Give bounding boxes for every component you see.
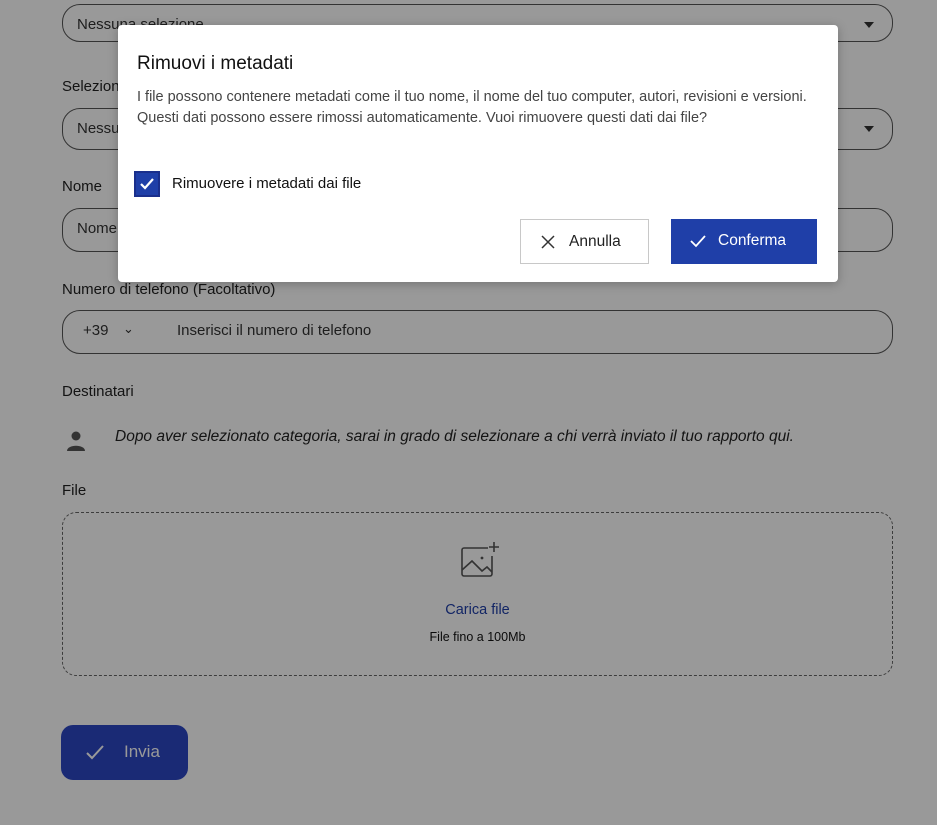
close-icon: [541, 235, 555, 249]
check-icon: [690, 235, 706, 248]
dialog-title: Rimuovi i metadati: [137, 53, 294, 74]
cancel-button[interactable]: Annulla: [520, 219, 649, 264]
confirm-label: Conferma: [718, 232, 787, 249]
cancel-label: Annulla: [569, 233, 621, 250]
dialog-body: I file possono contenere metadati come i…: [137, 89, 807, 126]
check-icon: [140, 178, 154, 190]
metadata-dialog: Rimuovi i metadati I file possono conten…: [118, 25, 838, 282]
checkbox-label[interactable]: Rimuovere i metadati dai file: [172, 175, 361, 192]
confirm-button[interactable]: Conferma: [671, 219, 817, 264]
remove-metadata-checkbox[interactable]: [134, 171, 160, 197]
